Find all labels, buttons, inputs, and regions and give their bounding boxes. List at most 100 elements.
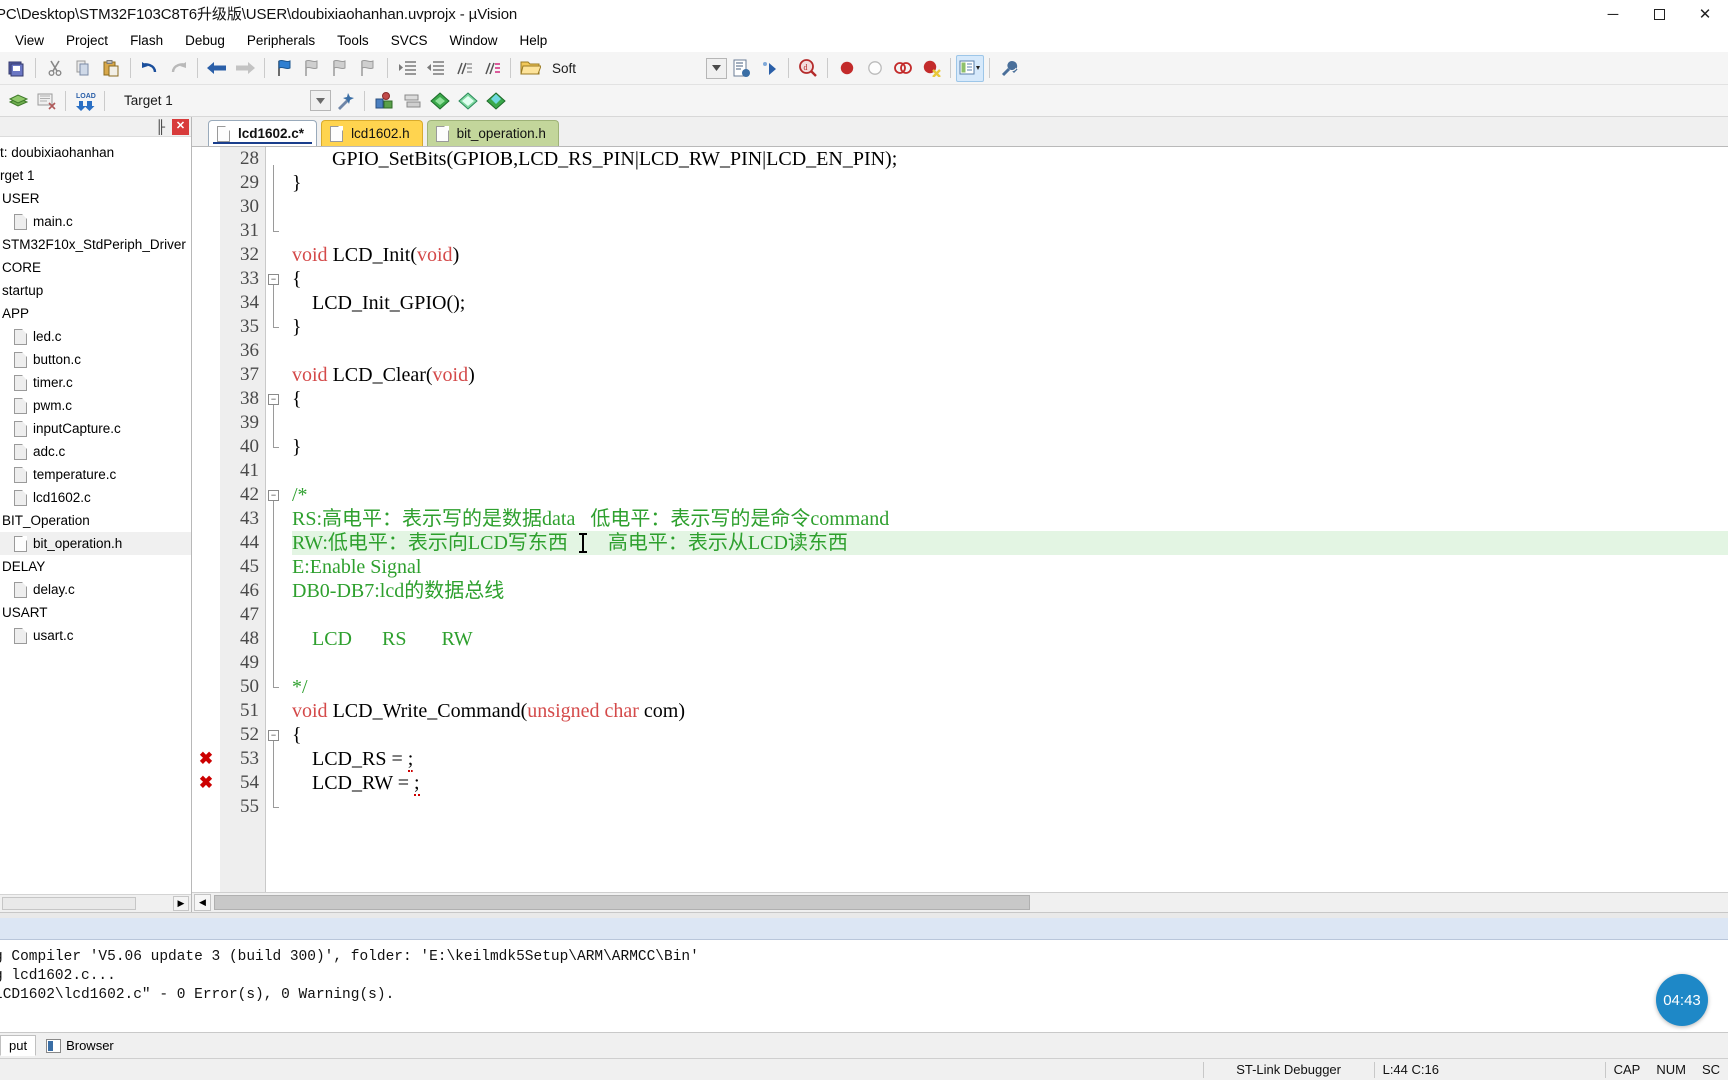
rebuild-icon[interactable] [32,87,60,114]
bookmark-toggle-icon[interactable] [270,55,298,82]
code-line[interactable]: { [292,267,1728,291]
editor-tab-lcd1602-h[interactable]: lcd1602.h [321,120,423,146]
code-text[interactable]: GPIO_SetBits(GPIOB,LCD_RS_PIN|LCD_RW_PIN… [282,147,1728,892]
target-dropdown[interactable] [310,90,331,111]
editor-hscroll-thumb[interactable] [214,895,1030,910]
batch-build-icon[interactable] [398,87,426,114]
fold-toggle[interactable]: − [268,730,279,741]
code-line[interactable] [292,411,1728,435]
editor-hscrollbar[interactable]: ◀ [192,892,1728,912]
project-tree[interactable]: t: doubixiaohanhan rget 1 USER main.c STM32F… [0,137,191,894]
error-marker[interactable]: ✖ [197,750,215,768]
close-icon[interactable]: ✕ [172,118,189,135]
cut-icon[interactable] [41,55,69,82]
tree-item-usart-c[interactable]: usart.c [0,624,191,647]
find-in-files-icon[interactable]: d [794,55,822,82]
close-button[interactable]: ✕ [1682,0,1728,28]
scheme-dropdown[interactable] [706,57,728,79]
menu-window[interactable]: Window [438,31,508,50]
menu-peripherals[interactable]: Peripherals [236,31,326,50]
code-line[interactable] [292,459,1728,483]
code-line[interactable] [292,219,1728,243]
breakpoint-disable-icon[interactable] [861,55,889,82]
code-line[interactable]: DB0-DB7:lcd的数据总线 [292,579,1728,603]
maximize-button[interactable] [1636,0,1682,28]
code-folding-gutter[interactable]: − − − − [266,147,282,892]
tree-item-timer-c[interactable]: timer.c [0,371,191,394]
tree-item-rget-1[interactable]: rget 1 [0,164,191,187]
menu-view[interactable]: View [4,31,55,50]
project-hscrollbar[interactable]: ▶ [0,894,191,912]
bookmark-clear-icon[interactable] [354,55,382,82]
menu-flash[interactable]: Flash [119,31,174,50]
tree-item-adc-c[interactable]: adc.c [0,440,191,463]
window-layout-icon[interactable] [956,54,985,82]
open-folder-icon[interactable] [516,55,544,82]
redo-icon[interactable] [164,55,192,82]
tree-item-button-c[interactable]: button.c [0,348,191,371]
navigate-back-icon[interactable] [203,55,231,82]
indent-icon[interactable] [393,55,421,82]
code-line[interactable]: } [292,435,1728,459]
code-line[interactable] [292,339,1728,363]
navigate-forward-icon[interactable] [231,55,259,82]
pin-icon[interactable]: ╟ [156,119,168,134]
code-line[interactable] [292,195,1728,219]
comment-icon[interactable] [449,55,477,82]
code-line[interactable] [292,795,1728,819]
breakpoint-clear-icon[interactable] [889,55,917,82]
code-line[interactable]: /* [292,483,1728,507]
code-line[interactable]: LCD_Init_GPIO(); [292,291,1728,315]
tree-item-pwm-c[interactable]: pwm.c [0,394,191,417]
tab-build-output[interactable]: put [0,1035,37,1056]
manage-project-items-icon[interactable] [370,87,398,114]
code-line[interactable]: RW:低电平：表示向LCD写东西 高电平：表示从LCD读东西 [292,531,1728,555]
tree-item-main-c[interactable]: main.c [0,210,191,233]
tree-item-core[interactable]: CORE [0,256,191,279]
bookmark-prev-icon[interactable] [298,55,326,82]
code-line[interactable] [292,603,1728,627]
code-line[interactable]: LCD_RS = ; [292,747,1728,772]
code-line[interactable]: } [292,315,1728,339]
code-line[interactable] [292,651,1728,675]
menu-svcs[interactable]: SVCS [380,31,439,50]
fold-toggle[interactable]: − [268,394,279,405]
menu-debug[interactable]: Debug [174,31,236,50]
editor-tab-lcd1602-c-[interactable]: lcd1602.c* [208,120,318,146]
book1-icon[interactable] [426,87,454,114]
tree-item-lcd1602-c[interactable]: lcd1602.c [0,486,191,509]
tree-item-temperature-c[interactable]: temperature.c [0,463,191,486]
tree-item-t-doubixiaohanhan[interactable]: t: doubixiaohanhan [0,141,191,164]
copy-icon[interactable] [69,55,97,82]
code-line[interactable]: void LCD_Clear(void) [292,363,1728,387]
error-marker[interactable]: ✖ [197,774,215,792]
tree-item-delay-c[interactable]: delay.c [0,578,191,601]
uncomment-icon[interactable] [477,55,505,82]
code-line[interactable]: RS:高电平：表示写的是数据data 低电平：表示写的是命令command [292,507,1728,531]
fold-toggle[interactable]: − [268,274,279,285]
menu-project[interactable]: Project [55,31,119,50]
breakpoint-icon[interactable] [833,55,861,82]
tree-item-usart[interactable]: USART [0,601,191,624]
minimize-button[interactable]: ─ [1590,0,1636,28]
menu-help[interactable]: Help [508,31,558,50]
code-line[interactable]: { [292,387,1728,411]
tab-browser[interactable]: Browser [38,1036,122,1055]
undo-icon[interactable] [136,55,164,82]
save-all-icon[interactable] [2,55,30,82]
book3-icon[interactable] [482,87,510,114]
menu-tools[interactable]: Tools [326,31,380,50]
editor-tab-bit-operation-h[interactable]: bit_operation.h [426,120,559,146]
tree-item-user[interactable]: USER [0,187,191,210]
configure-icon[interactable] [755,55,783,82]
insert-file-icon[interactable] [727,55,755,82]
build-target-icon[interactable] [4,87,32,114]
fold-toggle[interactable]: − [268,490,279,501]
project-hscroll-thumb[interactable] [2,897,136,910]
outdent-icon[interactable] [421,55,449,82]
code-line[interactable]: */ [292,675,1728,699]
code-line[interactable]: E:Enable Signal [292,555,1728,579]
code-line[interactable]: } [292,171,1728,195]
breakpoint-kill-icon[interactable] [917,55,945,82]
code-line[interactable]: void LCD_Write_Command(unsigned char com… [292,699,1728,723]
